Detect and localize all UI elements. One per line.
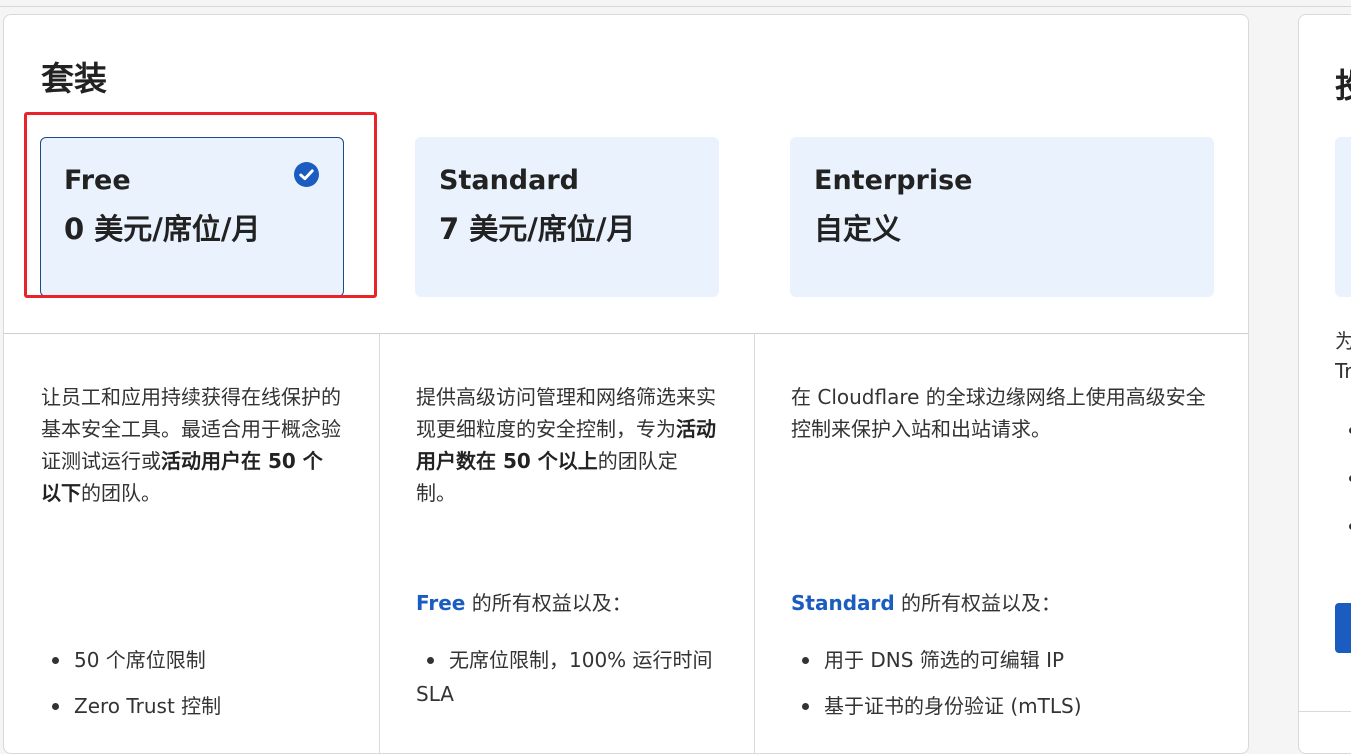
plan-option-free[interactable]: Free 0 美元/席位/月 (40, 137, 344, 297)
column-divider (379, 333, 380, 753)
plan-description-free: 让员工和应用持续获得在线保护的基本安全工具。最适合用于概念验证测试运行或活动用户… (41, 385, 341, 505)
perks-heading-standard: Free 的所有权益以及： (416, 591, 632, 615)
plan-price: 0 美元/席位/月 (64, 212, 261, 247)
secondary-action-button[interactable] (1335, 603, 1351, 653)
section-divider (4, 333, 1248, 334)
top-divider (0, 6, 1351, 7)
plan-name: Standard (439, 165, 579, 196)
plan-link-standard[interactable]: Standard (791, 591, 895, 615)
list-item: 用于 DNS 筛选的可编辑 IP (791, 643, 1211, 677)
secondary-card: 投 为 Tr (1298, 14, 1351, 754)
plan-price: 自定义 (814, 212, 902, 247)
secondary-divider (1299, 711, 1351, 712)
plan-description-enterprise: 在 Cloudflare 的全球边缘网络上使用高级安全控制来保护入站和出站请求。 (791, 385, 1206, 441)
column-divider (754, 333, 755, 753)
plan-name: Free (64, 165, 131, 196)
plan-option-standard[interactable]: Standard 7 美元/席位/月 (415, 137, 719, 297)
secondary-text: 为 (1335, 325, 1351, 354)
feature-list-enterprise: 用于 DNS 筛选的可编辑 IP 基于证书的身份验证 (mTLS) (791, 643, 1211, 735)
plan-price: 7 美元/席位/月 (439, 212, 636, 247)
secondary-text: Tr (1335, 359, 1351, 383)
plan-option-enterprise[interactable]: Enterprise 自定义 (790, 137, 1214, 297)
section-title: 套装 (41, 59, 107, 98)
list-item: 基于证书的身份验证 (mTLS) (791, 689, 1211, 723)
secondary-plan-box[interactable] (1335, 137, 1351, 297)
check-circle-icon (294, 162, 319, 187)
plan-name: Enterprise (814, 165, 973, 196)
plan-description-standard: 提供高级访问管理和网络筛选来实现更细粒度的安全控制，专为活动用户数在 50 个以… (416, 385, 716, 505)
list-item: Zero Trust 控制 (41, 689, 361, 723)
perks-heading-enterprise: Standard 的所有权益以及： (791, 591, 1062, 615)
list-item: 无席位限制，100% 运行时间 SLA (416, 643, 716, 711)
plan-link-free[interactable]: Free (416, 591, 465, 615)
feature-list-standard: 无席位限制，100% 运行时间 SLA (416, 643, 716, 723)
plans-card: 套装 Free 0 美元/席位/月 Standard 7 美元/席位/月 Ent… (3, 14, 1249, 754)
list-item: 50 个席位限制 (41, 643, 361, 677)
feature-list-free: 50 个席位限制 Zero Trust 控制 (41, 643, 361, 735)
secondary-card-title: 投 (1335, 59, 1351, 107)
